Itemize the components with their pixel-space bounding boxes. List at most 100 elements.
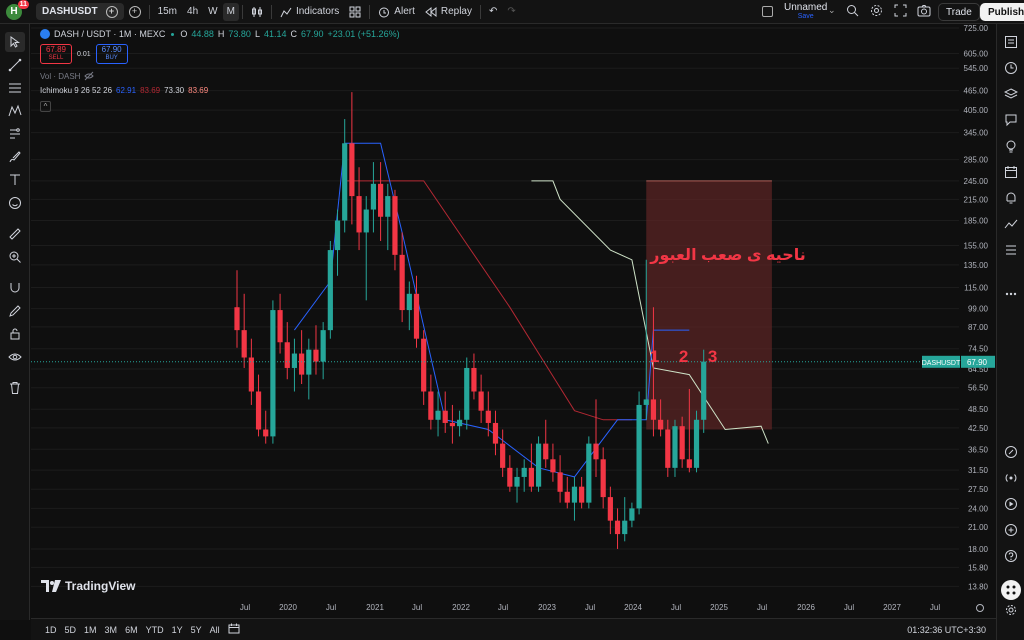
candle-body: [622, 520, 628, 535]
layout-dropdown-icon[interactable]: ⌄: [828, 5, 836, 16]
volume-legend[interactable]: Vol · DASH: [40, 71, 95, 81]
annotation-number: 1: [650, 347, 659, 366]
chart-settings-button[interactable]: [1001, 600, 1021, 620]
quick-search-button[interactable]: [846, 4, 859, 20]
fullscreen-button[interactable]: [894, 4, 907, 20]
alerts-button[interactable]: [1001, 58, 1021, 78]
layouts-button[interactable]: [344, 0, 366, 24]
time-tick-label: Jul: [757, 603, 767, 612]
snapshot-button[interactable]: [917, 4, 931, 20]
dom-button[interactable]: [1001, 240, 1021, 260]
indicators-button[interactable]: Indicators: [275, 0, 344, 24]
chart-type-button[interactable]: [246, 0, 268, 24]
clock-display[interactable]: 01:32:36 UTC+3:30: [907, 625, 986, 635]
candle-body: [550, 459, 556, 473]
help-button[interactable]: [1001, 546, 1021, 566]
pattern-tool[interactable]: [5, 101, 25, 121]
plus-icon: +: [128, 5, 141, 18]
redo-button[interactable]: ↷: [502, 0, 520, 24]
options-button[interactable]: [1001, 520, 1021, 540]
stay-in-drawing-tool[interactable]: [5, 301, 25, 321]
stream-icon: [1005, 498, 1017, 510]
hide-drawings-tool[interactable]: [5, 347, 25, 367]
stream-button[interactable]: [1001, 494, 1021, 514]
rewind-icon: [425, 6, 437, 17]
trade-button[interactable]: Trade: [938, 3, 980, 21]
chat-button[interactable]: [1001, 110, 1021, 130]
symbol-search[interactable]: DASHUSDT +: [36, 3, 124, 20]
candle-body: [614, 520, 621, 535]
watchlist-button[interactable]: [1001, 32, 1021, 52]
spread-value: 0.01: [77, 50, 91, 58]
timeframe-4h[interactable]: 4h: [182, 0, 203, 24]
range-all[interactable]: All: [206, 625, 224, 635]
layout-name[interactable]: Unnamed Save: [784, 3, 827, 21]
undo-icon: ↶: [489, 6, 498, 17]
compare-icon[interactable]: +: [105, 5, 118, 18]
price-tick-label: 99.00: [968, 305, 989, 314]
candle-body: [485, 410, 491, 423]
layout-checkbox[interactable]: [762, 6, 773, 17]
timeframe-m[interactable]: M: [222, 2, 239, 21]
notifications-button[interactable]: [1001, 188, 1021, 208]
time-tick-label: 2023: [538, 603, 556, 612]
range-1d[interactable]: 1D: [41, 625, 61, 635]
layers-icon: [1004, 88, 1018, 99]
user-avatar[interactable]: H 11: [6, 0, 29, 20]
hotlists-button[interactable]: [1001, 284, 1021, 304]
candle-body: [428, 391, 434, 420]
price-chart[interactable]: ناحیه ی صعب العبور 1 2 3 725.00 605.00 545.00…: [31, 24, 995, 616]
range-6m[interactable]: 6M: [121, 625, 142, 635]
apps-button[interactable]: [1001, 580, 1021, 600]
lock-drawings-tool[interactable]: [5, 324, 25, 344]
brush-tool[interactable]: [5, 147, 25, 167]
bell-icon: [1006, 192, 1016, 204]
symbol-title[interactable]: DASH / USDT · 1M · MEXC: [54, 29, 165, 39]
range-3m[interactable]: 3M: [101, 625, 122, 635]
signal-button[interactable]: [1001, 468, 1021, 488]
publish-button[interactable]: Publish: [980, 3, 1024, 21]
add-symbol-button[interactable]: +: [124, 0, 146, 24]
candle-body: [320, 330, 326, 362]
ichimoku-legend[interactable]: Ichimoku 9 26 52 26 62.91 83.69 73.30 83…: [40, 86, 208, 95]
candle-body: [607, 497, 613, 521]
settings-button[interactable]: [870, 4, 883, 20]
candle-body: [255, 391, 262, 430]
emoji-tool[interactable]: [5, 193, 25, 213]
remove-drawings-tool[interactable]: [5, 378, 25, 398]
target-button[interactable]: [1001, 442, 1021, 462]
time-tick-label: Jul: [240, 603, 250, 612]
candle-body: [521, 467, 527, 477]
divider: [369, 4, 371, 19]
calendar-button[interactable]: [1001, 162, 1021, 182]
range-1y[interactable]: 1Y: [168, 625, 187, 635]
measure-tool[interactable]: [5, 224, 25, 244]
screener-button[interactable]: [1001, 214, 1021, 234]
text-tool[interactable]: [5, 170, 25, 190]
prediction-tool[interactable]: [5, 124, 25, 144]
undo-button[interactable]: ↶: [484, 0, 502, 24]
sell-button[interactable]: 67.89 SELL: [40, 44, 72, 64]
range-5y[interactable]: 5Y: [187, 625, 206, 635]
cursor-tool[interactable]: [5, 32, 25, 52]
fib-tool[interactable]: [5, 78, 25, 98]
object-tree-button[interactable]: [1001, 84, 1021, 104]
range-5d[interactable]: 5D: [61, 625, 81, 635]
collapse-legend-button[interactable]: ^: [40, 101, 51, 112]
buy-button[interactable]: 67.90 BUY: [95, 44, 128, 64]
magnet-tool[interactable]: [5, 278, 25, 298]
zoom-tool[interactable]: [5, 247, 25, 267]
replay-button[interactable]: Replay: [420, 0, 477, 24]
timeframe-w[interactable]: W: [203, 0, 222, 24]
eye-hidden-icon[interactable]: [84, 71, 95, 81]
ideas-button[interactable]: [1001, 136, 1021, 156]
trend-line-tool[interactable]: [5, 55, 25, 75]
time-axis[interactable]: Jul 2020 Jul 2021 Jul 2022 Jul 2023 Jul 2024 Jul 20…: [240, 603, 984, 612]
range-1m[interactable]: 1M: [80, 625, 101, 635]
date-range-button[interactable]: [224, 623, 244, 636]
alert-button[interactable]: Alert: [373, 0, 420, 24]
range-ytd[interactable]: YTD: [142, 625, 168, 635]
magnet-icon: [10, 283, 20, 293]
timeframe-15m[interactable]: 15m: [153, 0, 182, 24]
brush-icon: [9, 151, 21, 163]
